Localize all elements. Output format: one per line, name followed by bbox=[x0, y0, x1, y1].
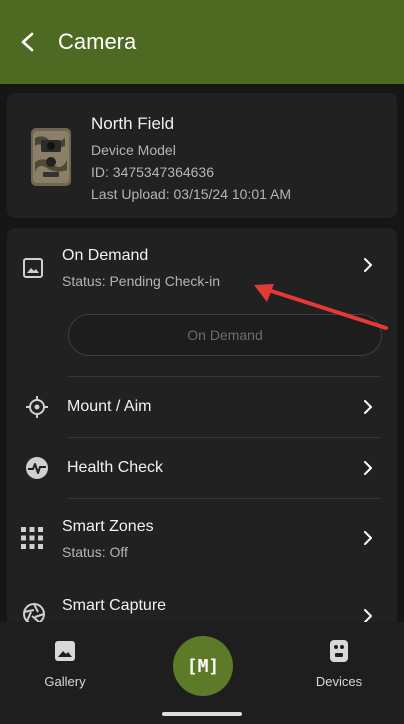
nav-devices[interactable]: Devices bbox=[294, 638, 384, 689]
chevron-right-icon bbox=[364, 531, 372, 545]
health-check-title: Health Check bbox=[67, 459, 164, 476]
menu-item-health-check[interactable]: Health Check bbox=[7, 438, 397, 498]
smart-zones-status: Status: Off bbox=[62, 544, 128, 560]
home-indicator bbox=[162, 712, 242, 716]
smart-zones-title: Smart Zones bbox=[62, 518, 154, 535]
page-title: Camera bbox=[58, 29, 137, 54]
back-arrow-icon bbox=[21, 32, 34, 52]
chevron-right-icon bbox=[364, 400, 372, 414]
device-name: North Field bbox=[91, 114, 175, 133]
on-demand-status: Status: Pending Check-in bbox=[62, 273, 220, 289]
device-last-upload: Last Upload: 03/15/24 10:01 AM bbox=[91, 186, 292, 202]
health-pulse-icon bbox=[25, 456, 49, 480]
back-button[interactable] bbox=[0, 14, 56, 70]
camera-device-icon bbox=[294, 638, 384, 664]
menu-item-smart-zones[interactable]: Smart Zones Status: Off bbox=[7, 499, 397, 577]
image-icon bbox=[20, 638, 110, 664]
grid-icon bbox=[20, 526, 44, 550]
bottom-nav: Gallery [M] Devices bbox=[0, 622, 404, 724]
on-demand-title: On Demand bbox=[62, 247, 149, 264]
menu-item-mount-aim[interactable]: Mount / Aim bbox=[7, 377, 397, 437]
center-home-button[interactable]: [M] bbox=[173, 636, 233, 696]
nav-devices-label: Devices bbox=[315, 674, 363, 689]
device-card[interactable]: North Field Device Model ID: 34753473646… bbox=[7, 93, 397, 218]
chevron-right-icon bbox=[364, 258, 372, 272]
chevron-right-icon bbox=[364, 461, 372, 475]
nav-gallery[interactable]: Gallery bbox=[20, 638, 110, 689]
smart-capture-title: Smart Capture bbox=[62, 597, 167, 614]
image-icon bbox=[21, 256, 45, 280]
brand-logo: [M] bbox=[186, 655, 220, 677]
trail-camera-image bbox=[31, 128, 71, 186]
device-model: Device Model bbox=[91, 142, 176, 158]
crosshair-icon bbox=[25, 395, 49, 419]
nav-gallery-label: Gallery bbox=[44, 674, 86, 689]
device-id: ID: 3475347364636 bbox=[91, 164, 214, 180]
chevron-right-icon bbox=[364, 609, 372, 623]
annotation-arrow bbox=[254, 284, 388, 330]
app-bar: Camera bbox=[0, 0, 404, 84]
mount-aim-title: Mount / Aim bbox=[67, 398, 152, 415]
